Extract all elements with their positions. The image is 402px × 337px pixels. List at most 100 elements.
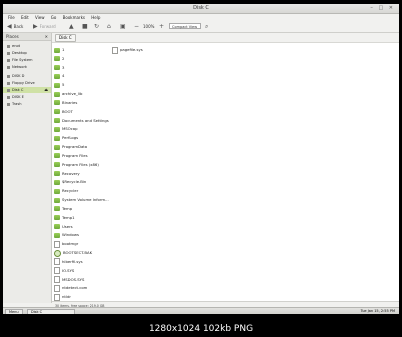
file-name: Users [62,223,73,229]
sidebar-item-desktop[interactable]: Desktop [3,50,51,56]
folder-icon [54,144,60,150]
file-item[interactable]: Program Files (x86) [54,161,99,168]
taskbar-window-disk-c[interactable]: Disk C [27,309,75,314]
back-button[interactable]: ◀ Back [7,21,23,32]
sidebar-header[interactable]: Places ✕ [3,33,51,41]
file-name: Binaries [62,99,78,105]
zoom-in-button[interactable]: + [159,21,164,32]
file-name: 3 [62,64,65,70]
file-item[interactable]: ProgramData [54,143,87,150]
file-name: 2 [62,55,65,61]
file-item[interactable]: Program Files [54,152,88,159]
image-caption: 1280x1024 102kb PNG [148,324,254,334]
file-item[interactable]: Users [54,223,73,230]
file-name: ProgramData [62,144,88,150]
view-mode-select[interactable]: Compact View [169,23,201,29]
file-name: Windows [62,232,79,238]
home-button[interactable]: ⌂ [107,21,111,32]
file-item[interactable]: 1 [54,46,64,53]
menu-help[interactable]: Help [91,14,100,21]
folder-icon [54,135,60,141]
file-name: Program Files [62,152,88,158]
file-item[interactable]: archive_lib [54,90,82,97]
file-item[interactable]: ntldr [54,293,71,301]
sidebar-item-disk-e[interactable]: DISK E [3,94,51,100]
drive-icon [7,74,10,78]
file-item[interactable]: Binaries [54,99,77,106]
file-item[interactable]: System Volume Inform... [54,196,109,203]
folder-icon [54,118,60,124]
computer-button[interactable]: ▣ [120,21,126,32]
folder-icon [54,109,60,115]
zoom-out-button[interactable]: − [134,21,139,32]
file-item[interactable]: PerfLogs [54,134,78,141]
file-icon [54,240,60,248]
folder-icon [54,188,60,194]
reload-button[interactable]: ↻ [94,21,99,32]
file-icon [54,258,60,266]
trash-icon [7,102,10,106]
file-item[interactable]: Documents and Settings [54,117,109,124]
file-item[interactable]: BOOT [54,108,73,115]
file-item[interactable]: MSOcap [54,125,78,132]
start-menu-button[interactable]: Menu [5,309,23,314]
sidebar-item-trash[interactable]: Trash [3,101,51,107]
up-button[interactable]: ▲ [69,21,74,32]
file-item[interactable]: $Recycle.Bin [54,178,86,185]
stop-button[interactable]: ■ [82,21,88,32]
file-item[interactable]: BOOTSECT.BAK [54,249,93,257]
folder-icon [54,162,60,168]
file-item[interactable]: 3 [54,64,64,71]
file-name: 4 [62,73,65,79]
sidebar-item-network[interactable]: Network [3,64,51,70]
breadcrumb-disk-c[interactable]: Disk C [55,34,76,42]
file-item[interactable]: ntdetect.com [54,284,87,292]
file-name: 1 [62,47,65,52]
forward-button[interactable]: ▶ Forward [33,21,56,32]
file-item[interactable]: MSDOS.SYS [54,276,84,284]
file-item[interactable]: Recycler [54,187,78,194]
file-item[interactable]: Windows [54,231,79,238]
eject-icon[interactable]: ⏏ [44,87,48,93]
file-item[interactable]: Temp [54,205,72,212]
sidebar-item-enot[interactable]: enot [3,43,51,49]
close-icon[interactable]: ✕ [45,33,48,41]
search-button[interactable]: ⌕ [205,21,208,32]
file-name: Recovery [62,170,80,176]
file-item[interactable]: IO.SYS [54,267,75,275]
file-icon [54,293,60,301]
file-item[interactable]: 4 [54,72,64,79]
sidebar-item-disk-d[interactable]: DISK D [3,73,51,79]
folder-icon [54,126,60,132]
file-view: 1 2 3 4 5 archive_lib Binaries BOOT Documents an… [52,43,399,301]
file-name: IO.SYS [62,267,75,273]
sidebar-item-floppy[interactable]: Floppy Drive [3,80,51,86]
file-name: Documents and Settings [62,117,109,123]
folder-icon [54,232,60,238]
up-arrow-icon: ▲ [69,23,74,30]
file-item[interactable]: 2 [54,55,64,62]
menu-go[interactable]: Go [51,14,57,21]
window-controls[interactable]: – □ ✕ [370,4,395,13]
file-item[interactable]: 5 [54,81,64,88]
file-name: PerfLogs [62,135,79,141]
menu-bookmarks[interactable]: Bookmarks [63,14,85,21]
file-item[interactable]: Temp1 [54,214,75,221]
file-name: Temp [62,205,73,211]
sidebar-item-disk-c[interactable]: Disk C ⏏ [3,87,51,93]
menu-edit[interactable]: Edit [21,14,29,21]
back-arrow-icon: ◀ [7,23,12,30]
window-titlebar[interactable]: Disk C – □ ✕ [3,4,399,14]
menu-file[interactable]: File [8,14,15,21]
file-item[interactable]: Recovery [54,170,80,177]
folder-icon [54,73,60,79]
zoom-level: 100% [143,24,155,29]
clock[interactable]: Tue Jan 15, 2:55 PM [361,308,395,314]
file-name: bootmgr [62,241,79,247]
file-item[interactable]: hiberfil.sys [54,258,83,266]
file-item[interactable]: pagefile.sys [112,46,143,54]
sidebar-item-file-system[interactable]: File System [3,57,51,63]
file-item[interactable]: bootmgr [54,240,79,248]
menu-view[interactable]: View [35,14,45,21]
file-name: BOOTSECT.BAK [63,250,93,256]
